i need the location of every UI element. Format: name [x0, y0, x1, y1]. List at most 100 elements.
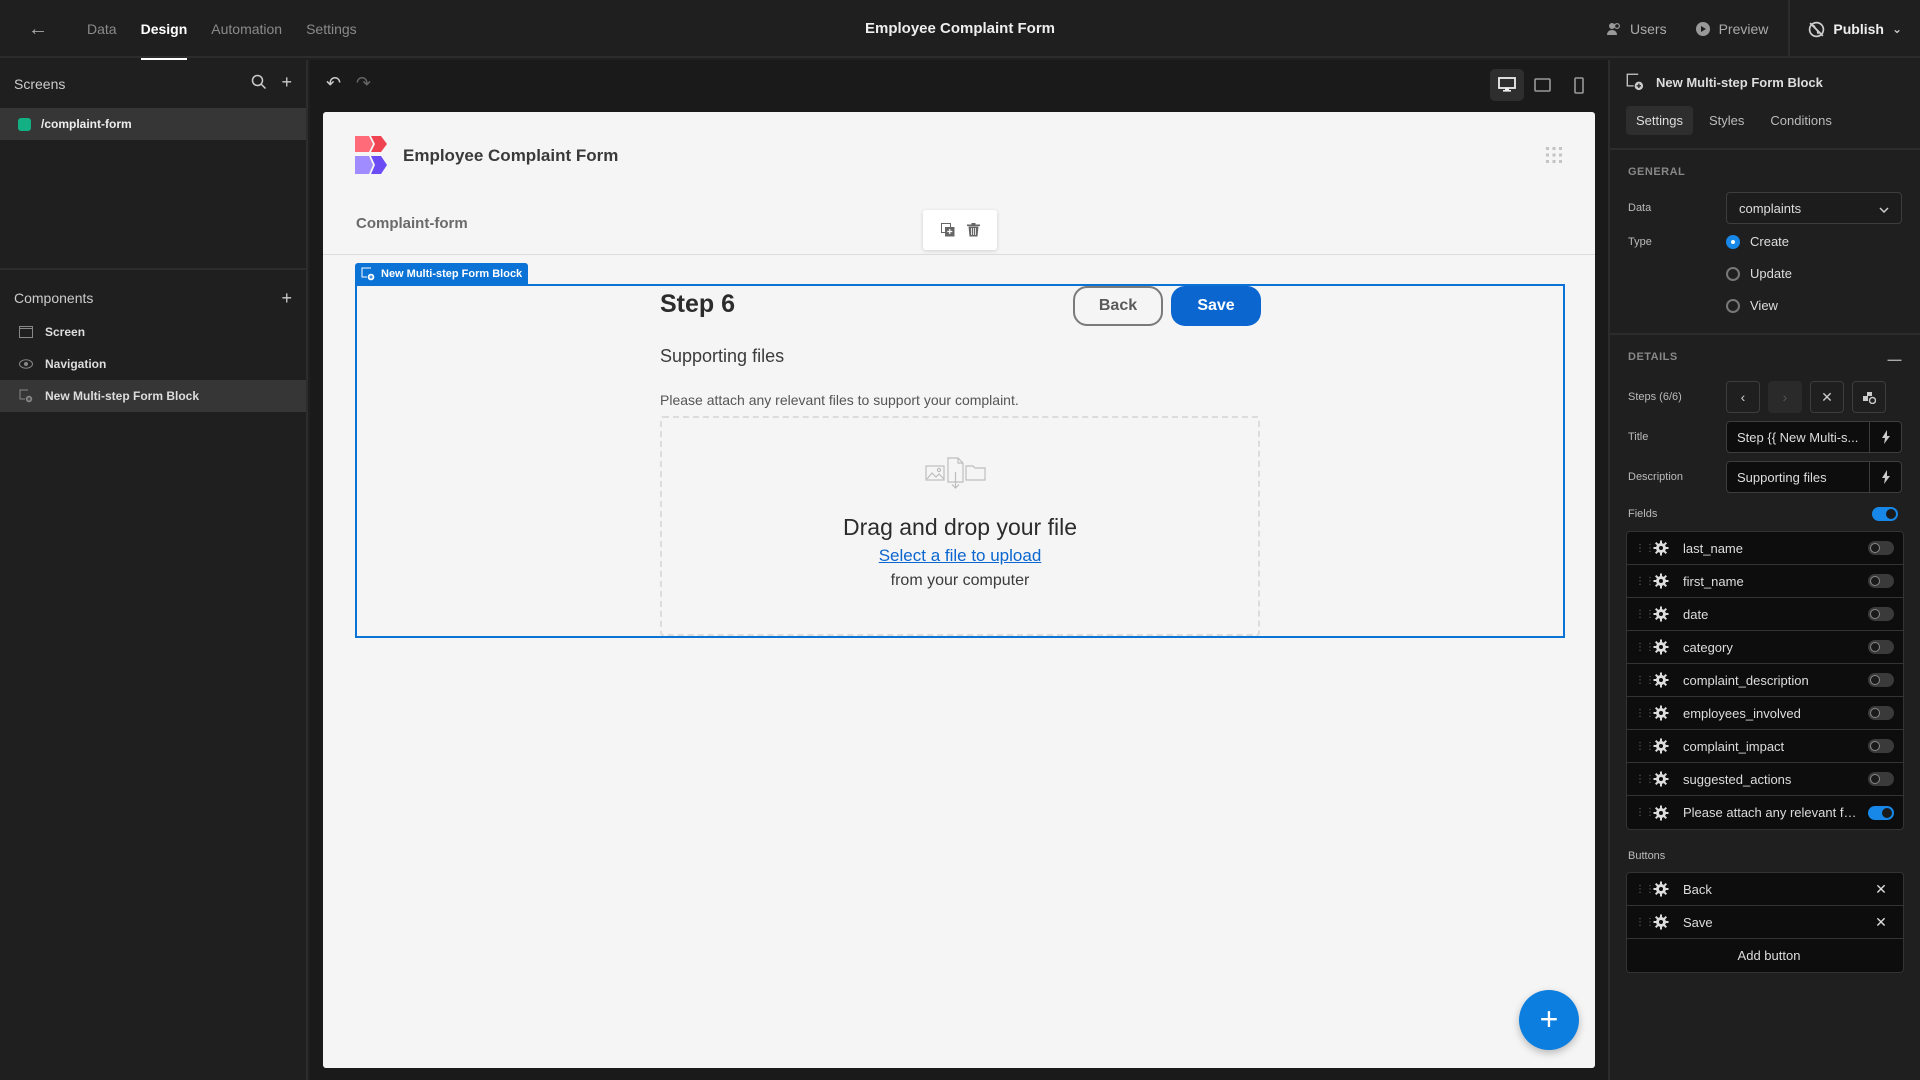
tab-styles[interactable]: Styles	[1699, 106, 1754, 135]
fields-toggle[interactable]	[1872, 507, 1898, 521]
drag-handle-icon[interactable]: ⋮⋮	[1635, 609, 1655, 620]
next-step-button[interactable]: ›	[1768, 381, 1802, 413]
drag-handle-icon[interactable]: ⋮⋮	[1635, 543, 1655, 554]
field-name[interactable]: category	[1683, 640, 1859, 655]
component-item-navigation[interactable]: Navigation	[0, 348, 306, 380]
gear-icon[interactable]	[1653, 881, 1669, 897]
gear-icon[interactable]	[1653, 738, 1669, 754]
trash-icon[interactable]	[966, 223, 980, 237]
redo-icon[interactable]: ↷	[356, 73, 371, 94]
field-visibility-toggle[interactable]	[1868, 706, 1894, 720]
type-radio-view[interactable]: View	[1726, 298, 1920, 313]
back-button[interactable]: Back	[1073, 286, 1163, 326]
file-dropzone[interactable]: Drag and drop your file Select a file to…	[660, 416, 1260, 636]
field-visibility-toggle[interactable]	[1868, 607, 1894, 621]
add-step-button[interactable]	[1852, 381, 1886, 413]
collapse-icon[interactable]: —	[1888, 351, 1903, 367]
field-list-item: ⋮⋮ category	[1627, 631, 1903, 664]
add-component-fab[interactable]: +	[1519, 990, 1579, 1050]
preview-button[interactable]: Preview	[1681, 21, 1783, 37]
button-item-label[interactable]: Save	[1683, 915, 1859, 930]
field-visibility-toggle[interactable]	[1868, 541, 1894, 555]
gear-icon[interactable]	[1653, 914, 1669, 930]
component-item-screen[interactable]: Screen	[0, 316, 306, 348]
grid-menu-icon[interactable]	[1545, 146, 1563, 164]
multi-step-form-block[interactable]: Step 6 Back Save Supporting files Please…	[355, 284, 1565, 638]
gear-icon[interactable]	[1653, 672, 1669, 688]
field-name[interactable]: Please attach any relevant fil...	[1683, 805, 1859, 820]
type-radio-create[interactable]: Create	[1726, 234, 1789, 249]
component-item-form-block[interactable]: New Multi-step Form Block	[0, 380, 306, 412]
tab-conditions[interactable]: Conditions	[1760, 106, 1841, 135]
desktop-preview-button[interactable]	[1490, 69, 1524, 101]
drag-handle-icon[interactable]: ⋮⋮	[1635, 774, 1655, 785]
description-input[interactable]: Supporting files	[1727, 462, 1869, 492]
field-visibility-toggle[interactable]	[1868, 640, 1894, 654]
field-visibility-toggle[interactable]	[1868, 673, 1894, 687]
drag-handle-icon[interactable]: ⋮⋮	[1635, 642, 1655, 653]
form-block-icon	[19, 389, 33, 403]
field-name[interactable]: date	[1683, 607, 1859, 622]
form-block-icon	[1626, 73, 1644, 91]
field-name[interactable]: last_name	[1683, 541, 1859, 556]
gear-icon[interactable]	[1653, 771, 1669, 787]
gear-icon[interactable]	[1653, 705, 1669, 721]
drag-handle-icon[interactable]: ⋮⋮	[1635, 807, 1655, 818]
drag-handle-icon[interactable]: ⋮⋮	[1635, 708, 1655, 719]
field-visibility-toggle[interactable]	[1868, 805, 1894, 820]
back-arrow-icon[interactable]: ←	[28, 18, 50, 40]
mobile-preview-button[interactable]	[1562, 69, 1596, 101]
title-input[interactable]: Step {{ New Multi-s...	[1727, 422, 1869, 452]
select-file-link[interactable]: Select a file to upload	[662, 546, 1258, 566]
unpublished-globe-icon	[1809, 21, 1825, 37]
radio-label: Update	[1750, 266, 1792, 281]
data-source-select[interactable]: complaints	[1726, 192, 1902, 224]
field-name[interactable]: suggested_actions	[1683, 772, 1859, 787]
users-label: Users	[1630, 21, 1667, 37]
button-item-label[interactable]: Back	[1683, 882, 1859, 897]
tab-settings[interactable]: Settings	[294, 0, 369, 58]
field-name[interactable]: complaint_description	[1683, 673, 1859, 688]
field-name[interactable]: employees_involved	[1683, 706, 1859, 721]
add-component-icon[interactable]: +	[281, 288, 292, 309]
previous-step-button[interactable]: ‹	[1726, 381, 1760, 413]
remove-step-button[interactable]: ✕	[1810, 381, 1844, 413]
type-radio-update[interactable]: Update	[1726, 266, 1920, 281]
add-screen-icon[interactable]: +	[281, 73, 292, 95]
lightning-icon[interactable]	[1869, 462, 1901, 492]
gear-icon[interactable]	[1653, 805, 1669, 821]
field-visibility-toggle[interactable]	[1868, 739, 1894, 753]
duplicate-icon[interactable]	[940, 223, 955, 237]
page-heading: Complaint-form	[356, 215, 468, 232]
screen-item[interactable]: /complaint-form	[0, 108, 306, 140]
field-name[interactable]: first_name	[1683, 574, 1859, 589]
drag-handle-icon[interactable]: ⋮⋮	[1635, 675, 1655, 686]
field-name[interactable]: complaint_impact	[1683, 739, 1859, 754]
tab-design[interactable]: Design	[129, 0, 200, 60]
field-visibility-toggle[interactable]	[1868, 574, 1894, 588]
drag-handle-icon[interactable]: ⋮⋮	[1635, 917, 1655, 928]
publish-button[interactable]: Publish ⌄	[1790, 21, 1920, 38]
drag-handle-icon[interactable]: ⋮⋮	[1635, 741, 1655, 752]
remove-button-icon[interactable]: ✕	[1859, 914, 1903, 931]
general-title: GENERAL	[1628, 166, 1686, 178]
field-list-item: ⋮⋮ last_name	[1627, 532, 1903, 565]
lightning-icon[interactable]	[1869, 422, 1901, 452]
drag-handle-icon[interactable]: ⋮⋮	[1635, 576, 1655, 587]
users-button[interactable]: Users	[1592, 21, 1681, 37]
add-button[interactable]: Add button	[1627, 939, 1903, 972]
tab-data[interactable]: Data	[75, 0, 129, 58]
gear-icon[interactable]	[1653, 606, 1669, 622]
gear-icon[interactable]	[1653, 639, 1669, 655]
tablet-preview-button[interactable]	[1526, 69, 1560, 101]
save-button[interactable]: Save	[1171, 286, 1261, 326]
tab-settings[interactable]: Settings	[1626, 105, 1693, 135]
undo-icon[interactable]: ↶	[326, 73, 341, 94]
gear-icon[interactable]	[1653, 573, 1669, 589]
field-visibility-toggle[interactable]	[1868, 772, 1894, 786]
search-icon[interactable]	[251, 74, 267, 95]
remove-button-icon[interactable]: ✕	[1859, 881, 1903, 898]
tab-automation[interactable]: Automation	[199, 0, 294, 58]
drag-handle-icon[interactable]: ⋮⋮	[1635, 884, 1655, 895]
gear-icon[interactable]	[1653, 540, 1669, 556]
